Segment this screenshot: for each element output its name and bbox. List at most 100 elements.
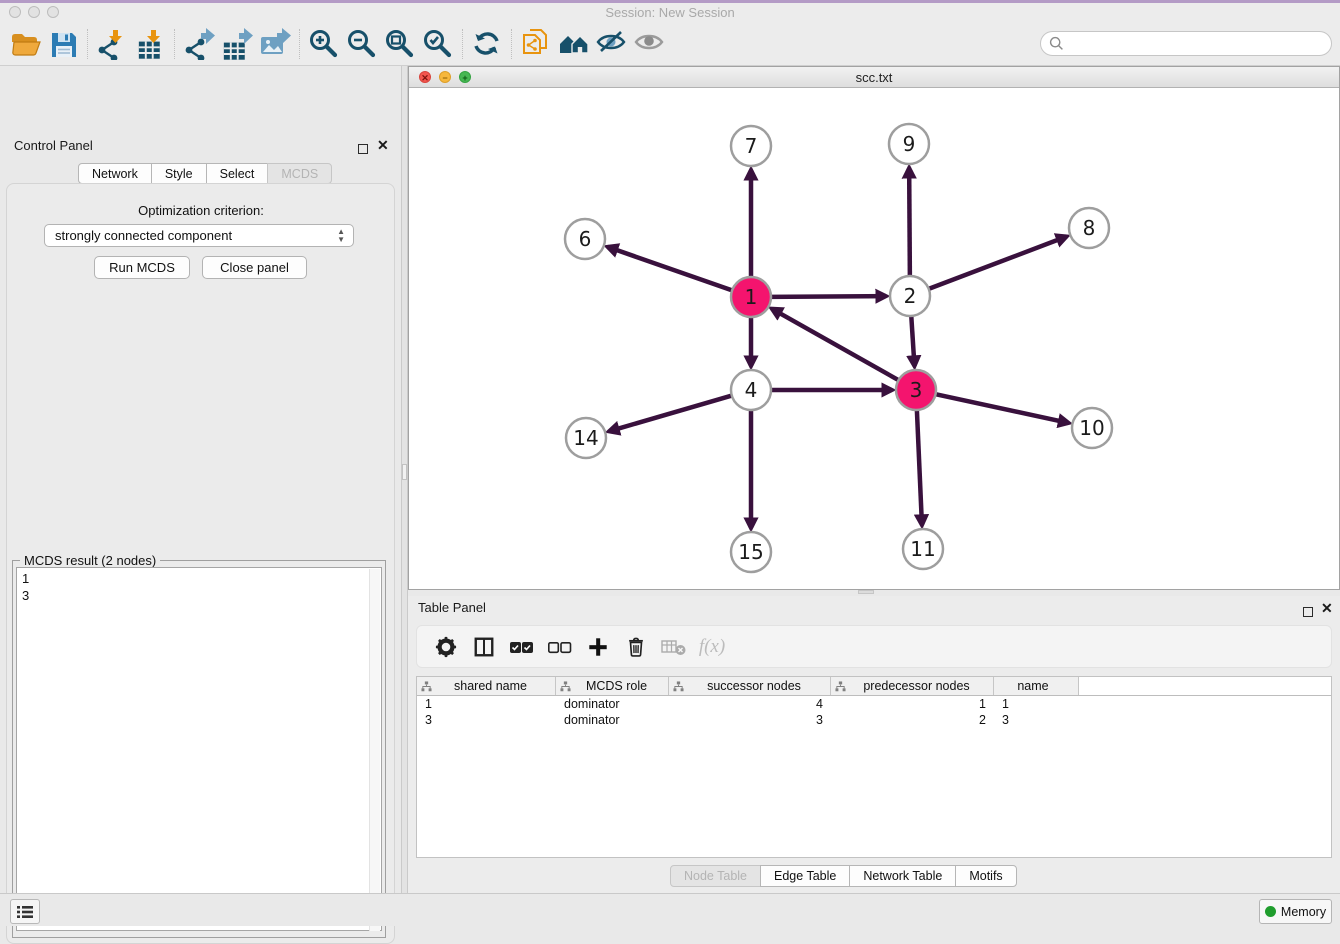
zoom-selected-button[interactable] — [419, 26, 457, 62]
column-header-name[interactable]: name — [994, 677, 1079, 695]
network-zoom-button[interactable]: + — [459, 71, 471, 83]
import-network-button[interactable] — [93, 26, 131, 62]
hide-graphics-details-button[interactable] — [593, 26, 631, 62]
refresh-network-button[interactable] — [468, 26, 506, 62]
show-graphics-details-button[interactable] — [631, 26, 669, 62]
table-panel-close-button[interactable]: ✕ — [1321, 603, 1333, 613]
table-cell[interactable]: 1 — [994, 696, 1079, 712]
search-input[interactable] — [1040, 31, 1332, 56]
app-close-button[interactable] — [9, 6, 21, 18]
delete-column-icon[interactable] — [617, 631, 655, 663]
settings-gear-icon[interactable] — [427, 631, 465, 663]
clone-network-button[interactable] — [517, 26, 555, 62]
import-table-button[interactable] — [131, 26, 169, 62]
graph-node-2[interactable]: 2 — [890, 276, 930, 316]
export-table-button[interactable] — [218, 26, 256, 62]
export-image-button[interactable] — [256, 26, 294, 62]
tab-style[interactable]: Style — [151, 163, 207, 184]
table-cell[interactable]: 3 — [994, 712, 1079, 728]
network-close-button[interactable]: ✕ — [419, 71, 431, 83]
zoom-in-button[interactable] — [305, 26, 343, 62]
graph-edge-1-2[interactable] — [771, 296, 886, 297]
graph-node-9[interactable]: 9 — [889, 124, 929, 164]
column-header-successor-nodes[interactable]: successor nodes — [669, 677, 831, 695]
column-type-icon — [835, 681, 846, 692]
toolbar-separator — [299, 29, 300, 59]
table-cell[interactable]: 1 — [831, 696, 994, 712]
column-header-shared-name[interactable]: shared name — [417, 677, 556, 695]
control-panel-float-button[interactable] — [358, 141, 368, 159]
zoom-out-button[interactable] — [343, 26, 381, 62]
table-panel-title: Table Panel — [418, 600, 486, 615]
unselect-all-columns-icon[interactable] — [541, 631, 579, 663]
tab-mcds[interactable]: MCDS — [267, 163, 332, 184]
table-cell[interactable]: 3 — [417, 712, 556, 728]
select-all-columns-icon[interactable] — [503, 631, 541, 663]
graph-edge-2-8[interactable] — [929, 237, 1067, 289]
graph-node-14[interactable]: 14 — [566, 418, 606, 458]
graph-node-3[interactable]: 3 — [896, 370, 936, 410]
table-cell[interactable]: 4 — [669, 696, 831, 712]
graph-edge-1-6[interactable] — [608, 247, 732, 290]
export-network-icon — [183, 28, 215, 60]
graph-edge-3-1[interactable] — [772, 309, 899, 380]
tab-select[interactable]: Select — [206, 163, 269, 184]
graph-edge-4-14[interactable] — [609, 396, 732, 432]
graph-edge-2-3[interactable] — [911, 316, 914, 366]
graph-edge-3-11[interactable] — [917, 410, 922, 525]
app-zoom-button[interactable] — [47, 6, 59, 18]
create-column-icon[interactable] — [579, 631, 617, 663]
app-minimize-button[interactable] — [28, 6, 40, 18]
open-file-button[interactable] — [6, 26, 44, 62]
delete-table-icon[interactable] — [655, 631, 693, 663]
tab-edge-table[interactable]: Edge Table — [760, 865, 850, 887]
mcds-result-area[interactable]: 1 3 — [16, 567, 382, 931]
column-header-MCDS-role[interactable]: MCDS role — [556, 677, 669, 695]
task-history-button[interactable] — [10, 899, 40, 924]
svg-text:7: 7 — [745, 134, 758, 158]
table-cell[interactable]: dominator — [556, 696, 669, 712]
insert-column-icon[interactable] — [465, 631, 503, 663]
table-row[interactable]: 1dominator411 — [417, 696, 1331, 712]
tab-network[interactable]: Network — [78, 163, 152, 184]
graph-edge-3-10[interactable] — [936, 394, 1069, 423]
table-cell[interactable]: 2 — [831, 712, 994, 728]
close-panel-button[interactable]: Close panel — [202, 256, 307, 279]
home-button[interactable] — [555, 26, 593, 62]
memory-button[interactable]: Memory — [1259, 899, 1332, 924]
control-panel-close-button[interactable]: ✕ — [377, 140, 389, 150]
zoom-fit-button[interactable] — [381, 26, 419, 62]
tab-network-table[interactable]: Network Table — [849, 865, 956, 887]
network-minimize-button[interactable]: − — [439, 71, 451, 83]
control-panel-title: Control Panel — [14, 138, 93, 153]
refresh-network-icon — [471, 28, 503, 60]
run-mcds-button[interactable]: Run MCDS — [94, 256, 190, 279]
export-network-button[interactable] — [180, 26, 218, 62]
table-panel-float-button[interactable] — [1303, 604, 1313, 622]
graph-node-10[interactable]: 10 — [1072, 408, 1112, 448]
mcds-result-scrollbar[interactable] — [369, 569, 380, 931]
svg-text:3: 3 — [910, 378, 923, 402]
table-row[interactable]: 3dominator323 — [417, 712, 1331, 728]
graph-node-7[interactable]: 7 — [731, 126, 771, 166]
table-cell[interactable]: dominator — [556, 712, 669, 728]
function-builder-icon[interactable]: f(x) — [693, 631, 731, 663]
criterion-select[interactable]: strongly connected component ▲▼ — [44, 224, 354, 247]
horizontal-splitter-handle[interactable] — [858, 590, 874, 594]
tab-motifs[interactable]: Motifs — [955, 865, 1016, 887]
vertical-splitter-handle[interactable] — [402, 464, 407, 480]
graph-node-15[interactable]: 15 — [731, 532, 771, 572]
save-session-button[interactable] — [44, 26, 82, 62]
table-cell[interactable]: 3 — [669, 712, 831, 728]
graph-node-6[interactable]: 6 — [565, 219, 605, 259]
column-header-predecessor-nodes[interactable]: predecessor nodes — [831, 677, 994, 695]
table-cell[interactable]: 1 — [417, 696, 556, 712]
graph-node-8[interactable]: 8 — [1069, 208, 1109, 248]
tab-node-table[interactable]: Node Table — [670, 865, 761, 887]
graph-node-1[interactable]: 1 — [731, 277, 771, 317]
graph-node-11[interactable]: 11 — [903, 529, 943, 569]
graph-edge-2-9[interactable] — [909, 168, 910, 276]
criterion-value: strongly connected component — [55, 228, 232, 243]
toolbar-separator — [462, 29, 463, 59]
graph-node-4[interactable]: 4 — [731, 370, 771, 410]
